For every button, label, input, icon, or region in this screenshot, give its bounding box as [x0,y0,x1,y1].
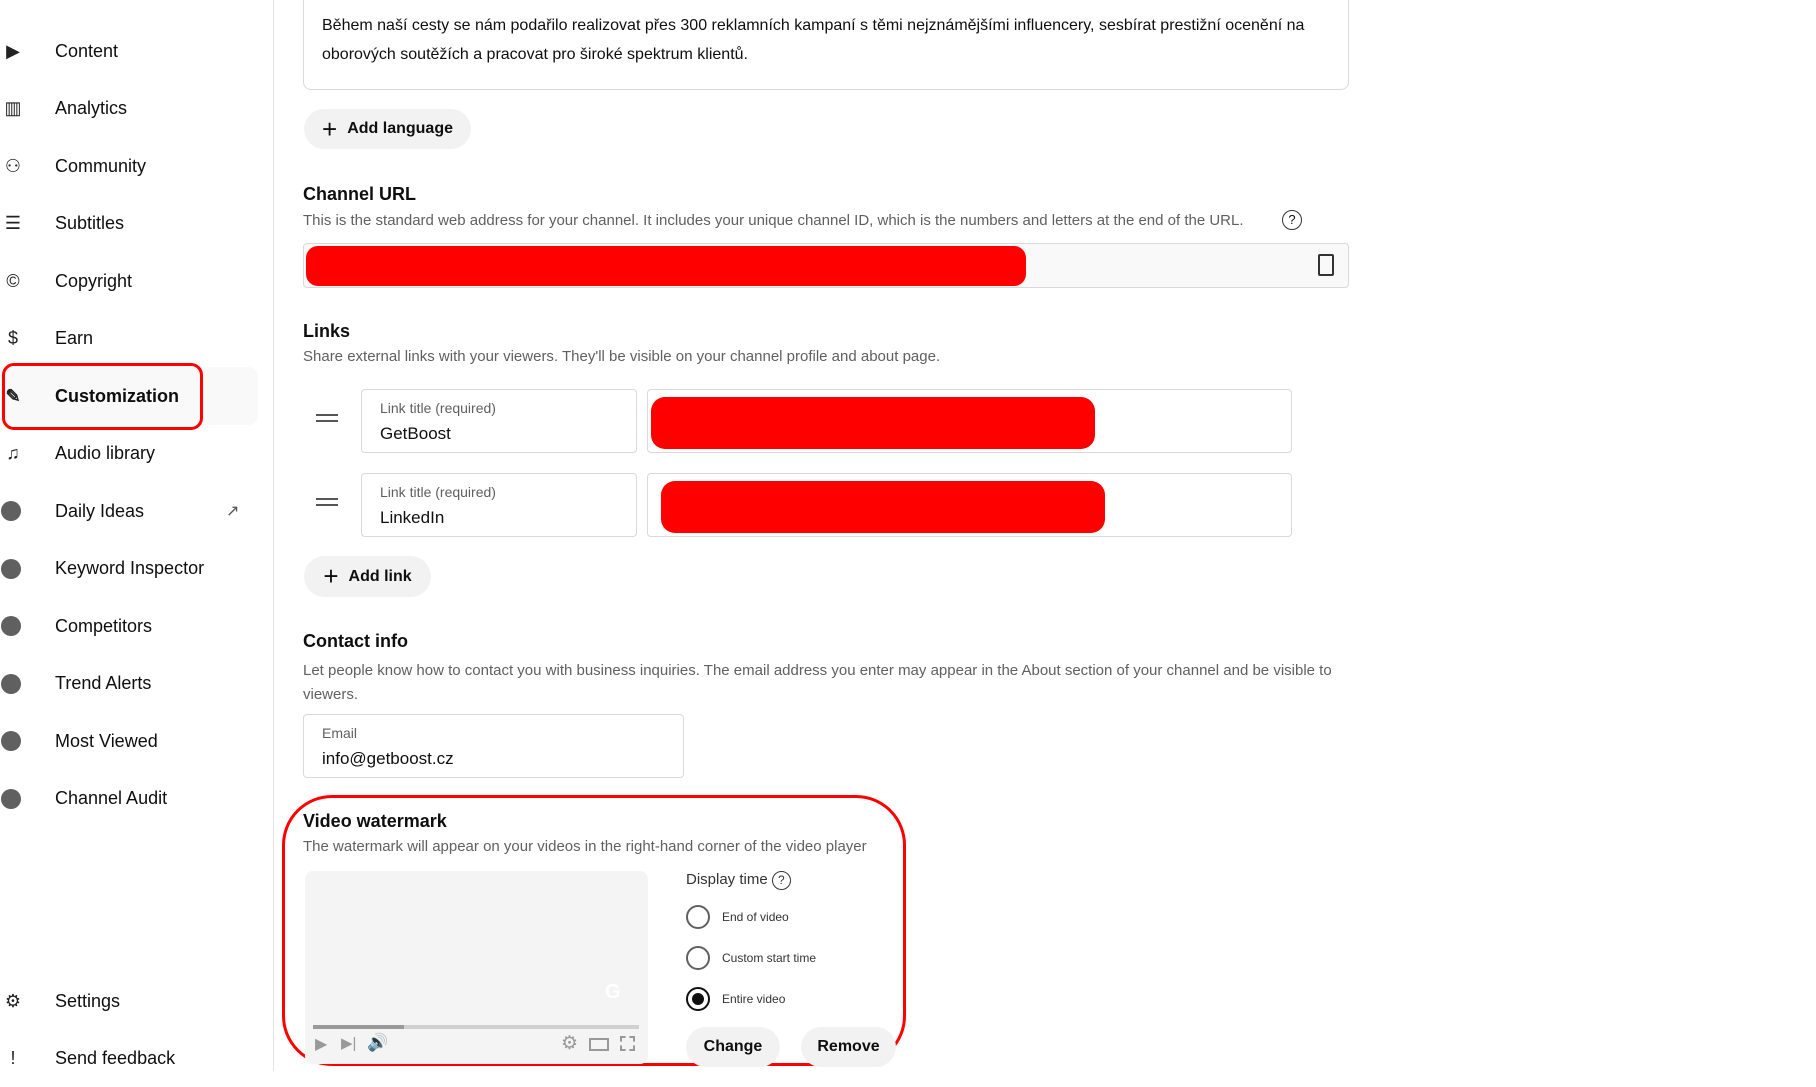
link-title-field[interactable]: Link title (required) GetBoost [361,389,637,453]
fullscreen-icon [620,1036,635,1051]
next-icon: ▶| [341,1035,357,1052]
display-time-label: Display time ? [686,871,791,890]
watermark-title: Video watermark [303,811,447,831]
extension-icon [1,788,21,809]
extension-icon [1,558,21,579]
contact-desc: Let people know how to contact you with … [303,662,1332,703]
remove-button[interactable]: Remove [801,1027,896,1067]
volume-icon: 🔊 [367,1033,389,1052]
sidebar-item-settings[interactable]: ⚙ Settings [0,972,258,1030]
sidebar-item-copyright[interactable]: © Copyright [0,252,258,310]
extension-icon [1,673,21,694]
play-icon: ▶ [315,1036,328,1053]
gear-icon: ⚙ [4,990,22,1011]
audio-library-icon: ♫ [6,443,20,463]
channel-url-title: Channel URL [303,184,417,204]
add-language-button[interactable]: + Add language [304,109,471,149]
customization-highlight [2,363,203,430]
sidebar-item-keyword-inspector[interactable]: Keyword Inspector [0,540,258,598]
gear-icon: ⚙ [561,1033,579,1054]
sidebar-item-audio-library[interactable]: ♫ Audio library [0,425,258,483]
link-url-field[interactable] [647,389,1292,453]
extension-icon [1,616,21,636]
drag-handle-icon[interactable] [316,498,338,506]
watermark-preview: G ▶ ▶| 🔊 ⚙ [305,871,648,1064]
links-title: Links [303,321,351,341]
sidebar-item-subtitles[interactable]: ☰ Subtitles [0,195,258,253]
analytics-icon: ▥ [4,98,22,118]
drag-handle-icon[interactable] [316,414,338,422]
sidebar-item-earn[interactable]: $ Earn [0,310,258,368]
radio-entire-video[interactable] [686,987,710,1011]
external-link-icon[interactable]: ↗ [226,501,239,521]
link-url-field[interactable] [647,473,1292,537]
radio-custom-start-time[interactable] [686,946,710,970]
sidebar-item-send-feedback[interactable]: ! Send feedback [0,1029,258,1087]
contact-title: Contact info [303,631,408,651]
extension-icon [1,501,21,521]
description-textarea[interactable]: Během naší cesty se nám podařilo realizo… [303,0,1349,90]
redacted-url [306,246,1026,286]
copyright-icon: © [6,270,20,291]
add-link-button[interactable]: + Add link [304,556,431,597]
links-desc: Share external links with your viewers. … [303,348,941,365]
sidebar-item-content[interactable]: ▶ Content [0,22,258,80]
watermark-logo: G [605,981,621,1003]
sidebar-item-most-viewed[interactable]: Most Viewed [0,712,258,770]
sidebar-item-community[interactable]: ⚇ Community [0,137,258,195]
channel-url-field[interactable] [303,243,1349,288]
help-icon[interactable]: ? [771,871,791,890]
channel-url-desc: This is the standard web address for you… [303,212,1244,229]
subtitles-icon: ☰ [4,213,22,233]
dollar-icon: $ [7,328,18,348]
copy-icon[interactable] [1318,254,1334,276]
progress-bar [313,1025,639,1029]
radio-end-of-video[interactable] [686,905,710,929]
theater-icon [589,1038,609,1051]
watermark-desc: The watermark will appear on your videos… [303,838,867,855]
change-button[interactable]: Change [686,1027,780,1067]
sidebar: ▶ Content ▥ Analytics ⚇ Community ☰ Subtitles © C… [0,0,274,1071]
sidebar-item-analytics[interactable]: ▥ Analytics [0,80,258,138]
link-title-field[interactable]: Link title (required) LinkedIn [361,473,637,537]
feedback-icon: ! [10,1047,16,1068]
content-icon: ▶ [6,40,20,61]
email-field[interactable]: Email info@getboost.cz [303,714,684,778]
sidebar-item-channel-audit[interactable]: Channel Audit [0,770,258,828]
redacted-url [651,397,1095,449]
help-icon[interactable]: ? [1282,210,1302,230]
sidebar-item-competitors[interactable]: Competitors [0,597,258,655]
sidebar-item-trend-alerts[interactable]: Trend Alerts [0,655,258,713]
community-icon: ⚇ [4,155,22,176]
sidebar-item-daily-ideas[interactable]: Daily Ideas ↗ [0,482,258,540]
extension-icon [1,731,21,751]
plus-icon: + [322,113,338,144]
plus-icon: + [323,561,339,591]
redacted-url [661,481,1105,533]
